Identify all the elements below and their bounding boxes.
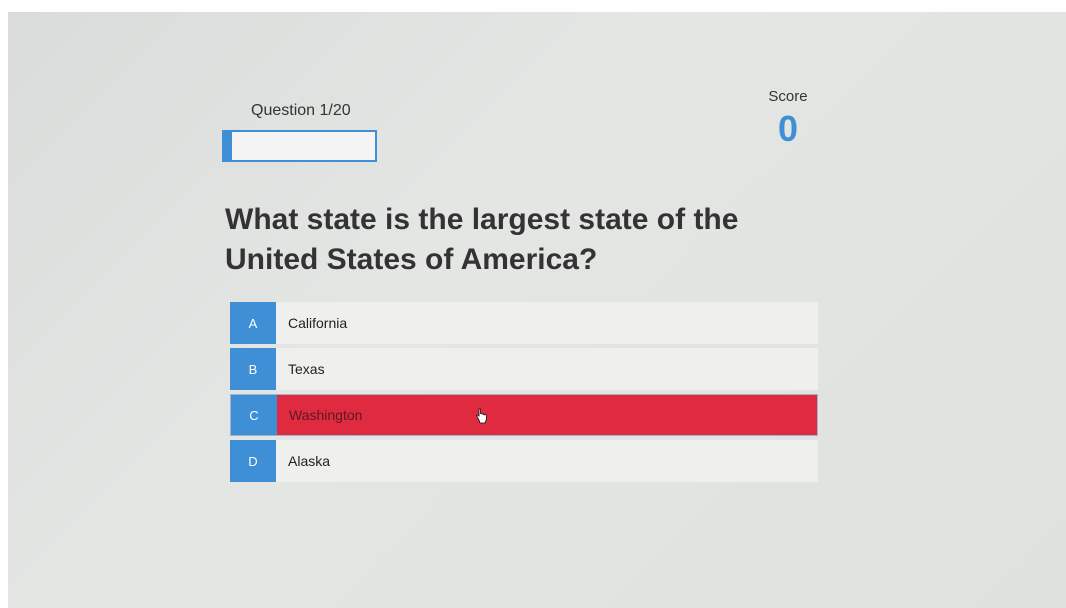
answer-list: A California B Texas C Washington D Alas… [230, 302, 818, 486]
quiz-screen: Question 1/20 Score 0 What state is the … [8, 12, 1066, 608]
answer-text: Texas [288, 361, 325, 377]
answer-letter: D [230, 440, 276, 482]
answer-option-b[interactable]: B Texas [230, 348, 818, 390]
answer-letter: C [231, 395, 277, 435]
answer-text: Alaska [288, 453, 331, 469]
answer-option-c[interactable]: C Washington [230, 394, 818, 436]
answer-text: Washington [289, 407, 363, 423]
score-value: 0 [777, 108, 799, 149]
question-text: What state is the largest state of the U… [225, 203, 739, 276]
score-label: Score [768, 88, 808, 105]
answer-option-d[interactable]: D Alaska [230, 440, 818, 482]
hand-pointer-icon [475, 408, 487, 424]
progress-bar [222, 130, 377, 162]
answer-text: California [288, 315, 348, 331]
question-counter: Question 1/20 [251, 102, 351, 119]
answer-option-a[interactable]: A California [230, 302, 818, 344]
progress-fill [224, 132, 232, 160]
answer-letter: B [230, 348, 276, 390]
answer-letter: A [230, 302, 276, 344]
